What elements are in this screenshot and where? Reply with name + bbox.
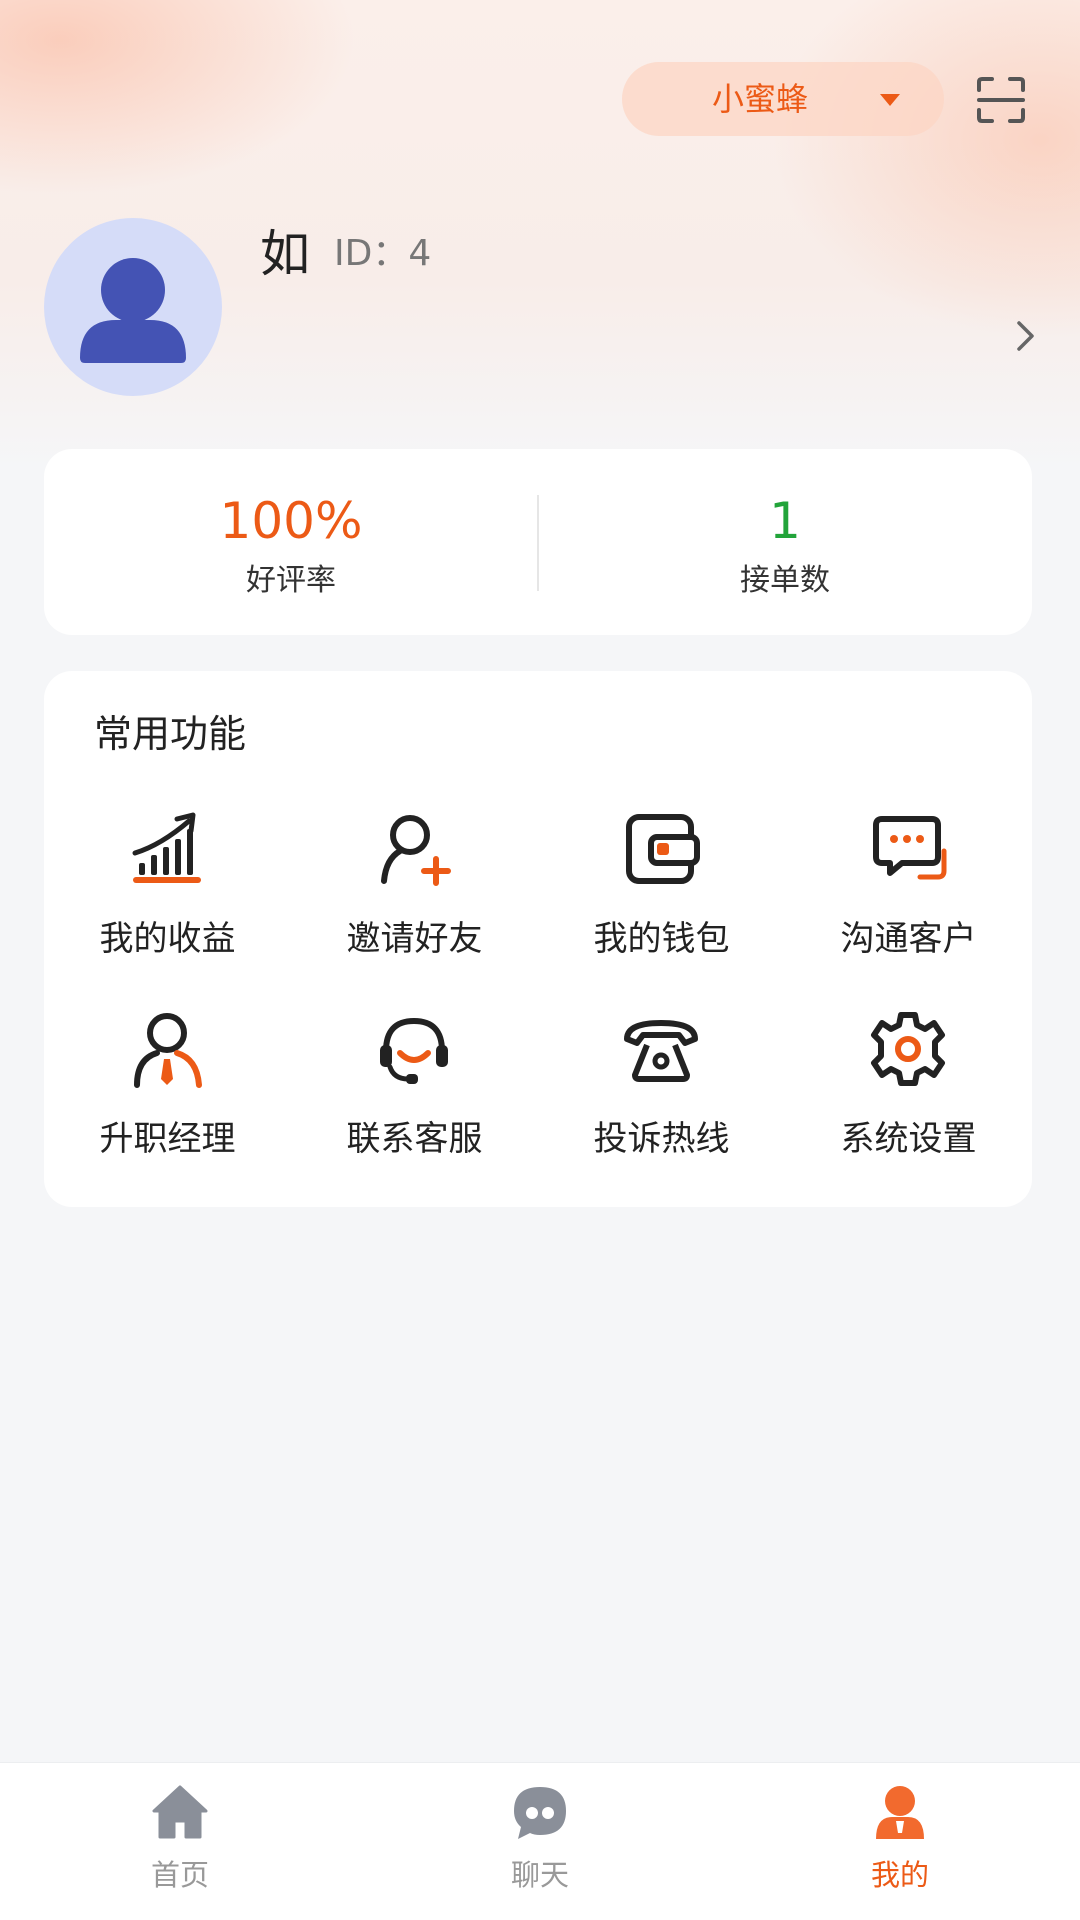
home-icon	[152, 1785, 208, 1839]
function-complaint-hotline[interactable]: 投诉热线	[538, 1009, 785, 1179]
section-title: 常用功能	[94, 712, 247, 756]
stat-rating[interactable]: 100% 好评率	[44, 449, 538, 635]
profile-icon	[876, 1786, 924, 1839]
stat-orders[interactable]: 1 接单数	[538, 449, 1032, 635]
function-label: 我的钱包	[593, 919, 730, 959]
role-label: 小蜜蜂	[712, 80, 809, 118]
telephone-icon	[624, 1020, 698, 1082]
wallet-icon	[626, 814, 700, 884]
common-functions-card: 常用功能 我的收益 邀请好友 我的钱包 沟通客户 升职经理 联系客服 投诉热线 …	[44, 671, 1032, 1207]
stats-card: 100% 好评率 1 接单数	[44, 449, 1032, 635]
user-avatar-icon	[80, 258, 186, 363]
earnings-chart-icon	[132, 812, 201, 883]
role-selector[interactable]: 小蜜蜂	[622, 62, 944, 136]
user-name: 如	[260, 225, 310, 283]
tab-mine[interactable]: 我的	[720, 1763, 1080, 1920]
stat-value: 1	[769, 492, 801, 550]
function-my-earnings[interactable]: 我的收益	[44, 809, 291, 979]
stat-label: 接单数	[740, 563, 830, 598]
chat-bubble-icon	[514, 1787, 566, 1839]
stat-label: 好评率	[246, 563, 336, 598]
user-id: ID：4	[334, 233, 432, 274]
settings-gear-icon	[871, 1012, 945, 1086]
function-label: 邀请好友	[346, 919, 483, 959]
tab-chat[interactable]: 聊天	[360, 1763, 720, 1920]
function-label: 我的收益	[99, 919, 236, 959]
tab-home[interactable]: 首页	[0, 1763, 360, 1920]
function-label: 系统设置	[840, 1119, 977, 1159]
manager-icon	[134, 1013, 202, 1088]
function-label: 投诉热线	[593, 1119, 730, 1159]
function-promote-manager[interactable]: 升职经理	[44, 1009, 291, 1179]
avatar[interactable]	[44, 218, 222, 396]
chevron-right-icon[interactable]	[1014, 318, 1038, 354]
function-label: 升职经理	[99, 1119, 236, 1159]
customer-service-icon	[380, 1017, 448, 1084]
bottom-tab-bar: 首页 聊天 我的	[0, 1762, 1080, 1920]
tab-label: 我的	[870, 1858, 929, 1892]
function-customer-service[interactable]: 联系客服	[291, 1009, 538, 1179]
tab-label: 首页	[150, 1858, 209, 1892]
function-invite-friends[interactable]: 邀请好友	[291, 809, 538, 979]
chat-icon	[873, 816, 947, 880]
function-contact-customer[interactable]: 沟通客户	[785, 809, 1032, 979]
invite-user-icon	[381, 815, 451, 886]
stat-value: 100%	[219, 492, 363, 550]
function-system-settings[interactable]: 系统设置	[785, 1009, 1032, 1179]
function-label: 沟通客户	[840, 919, 977, 959]
tab-label: 聊天	[510, 1858, 569, 1892]
function-label: 联系客服	[346, 1119, 483, 1159]
caret-down-icon	[880, 94, 900, 106]
scan-icon[interactable]	[976, 76, 1026, 124]
function-my-wallet[interactable]: 我的钱包	[538, 809, 785, 979]
